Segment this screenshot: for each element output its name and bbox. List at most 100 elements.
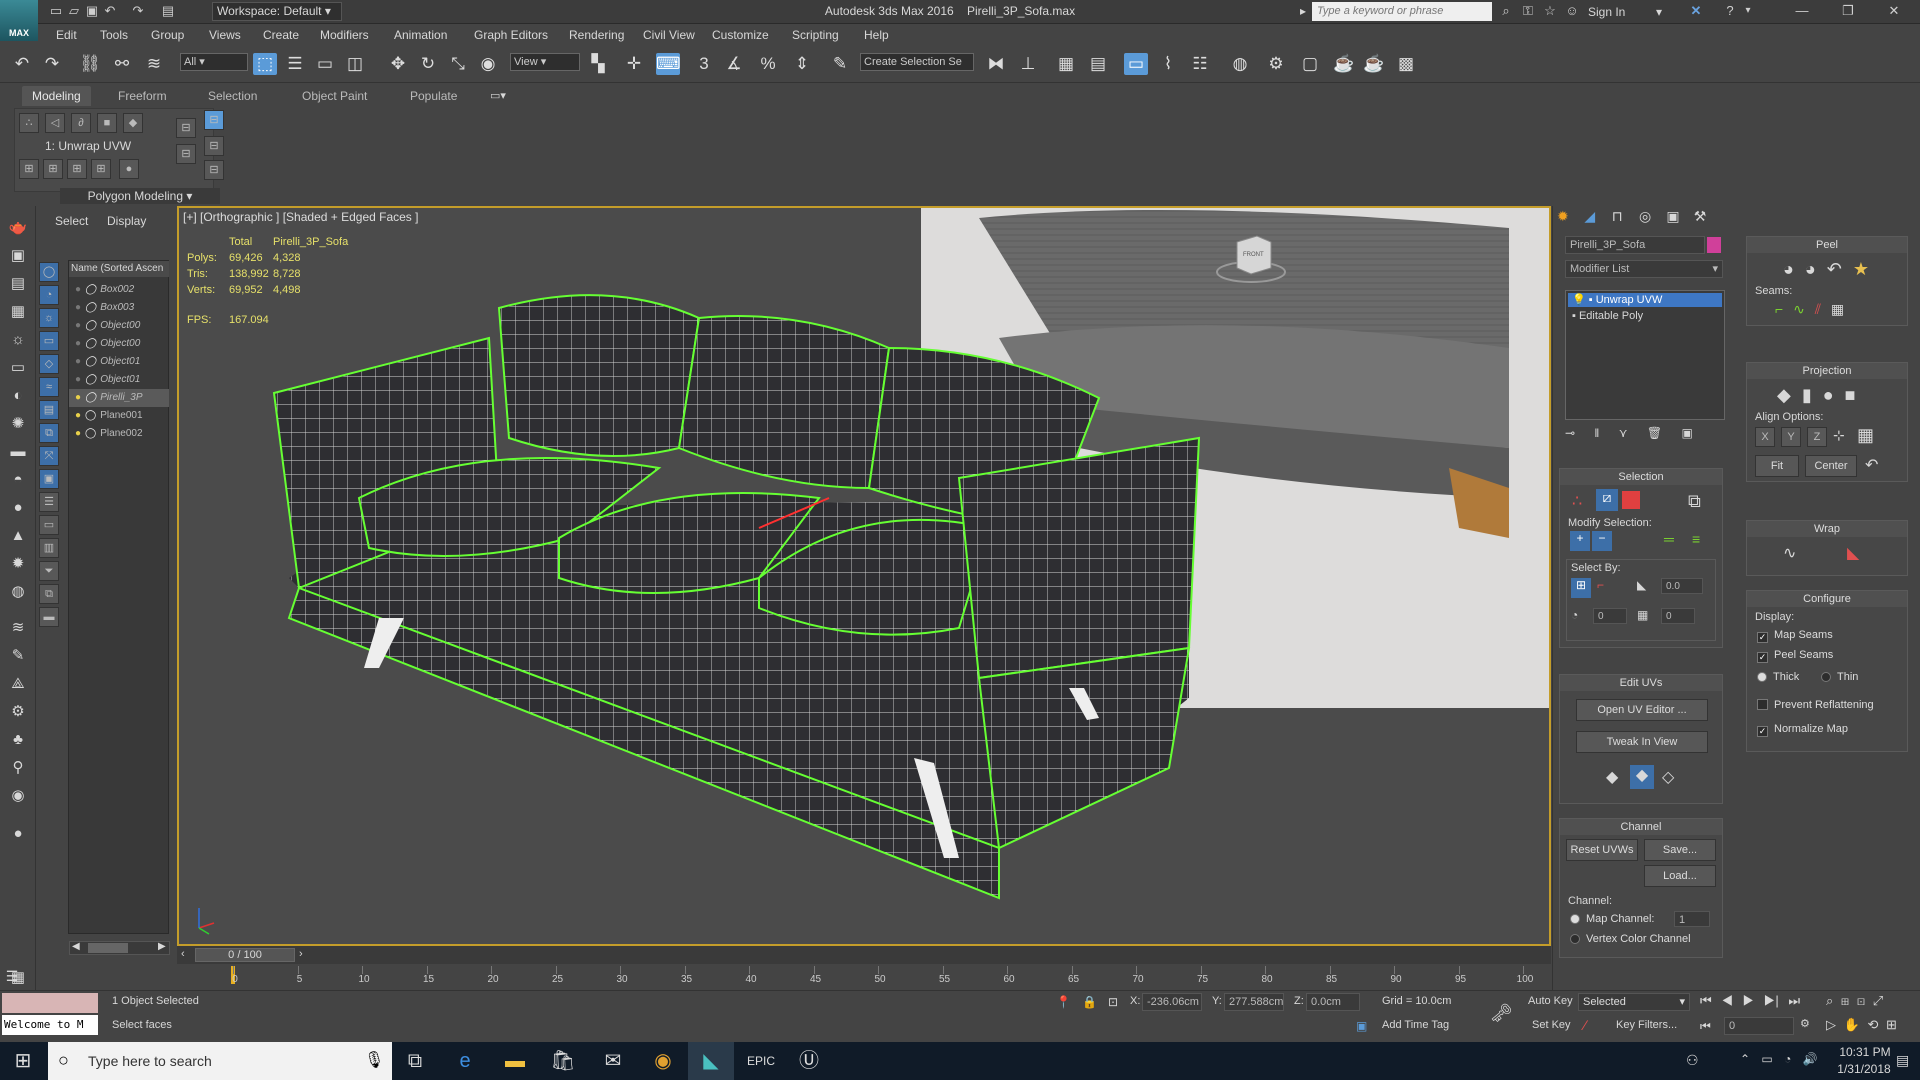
list-item[interactable]: ● ◯ Plane001 xyxy=(69,407,169,425)
maximize-viewport-icon[interactable]: ⤢ xyxy=(1873,993,1883,1008)
play-icon[interactable]: ▶ xyxy=(1743,993,1755,1008)
place-icon[interactable]: ◉ xyxy=(476,53,500,75)
load-uvs-button[interactable]: Load... xyxy=(1644,865,1716,887)
task-view-icon[interactable]: ⧉ xyxy=(392,1042,438,1080)
spinner-snap-icon[interactable]: ⇕ xyxy=(790,53,814,75)
light-bulb-icon[interactable]: ● xyxy=(75,284,81,295)
reset-peel-icon[interactable]: ↶ xyxy=(1827,259,1842,279)
select-by-element-icon[interactable]: ⊞ xyxy=(1571,578,1591,598)
display-shapes-icon[interactable]: ◔ xyxy=(39,285,59,305)
select-by-normal-icon[interactable]: ◔ xyxy=(1571,608,1578,622)
list-item[interactable]: ● ◯ Object01 xyxy=(69,353,169,371)
ring-selection-icon[interactable]: ≡ xyxy=(1692,531,1700,547)
save-file-icon[interactable]: ▣ xyxy=(84,3,100,19)
y-coord-field[interactable]: 277.588cm xyxy=(1224,993,1284,1011)
tweak-in-view-button[interactable]: Tweak In View xyxy=(1576,731,1708,753)
stack-item-editable-poly[interactable]: ▪ Editable Poly xyxy=(1568,309,1722,323)
volume-icon[interactable]: 🔊 xyxy=(1803,1052,1818,1066)
go-to-start-icon[interactable]: ⏮ xyxy=(1700,993,1712,1008)
polygon-select-icon[interactable] xyxy=(1622,491,1640,509)
maxscript-listener[interactable]: Welcome to M xyxy=(2,1015,98,1035)
figure-icon[interactable]: ⚲ xyxy=(7,758,29,778)
tab-populate[interactable]: Populate xyxy=(400,86,467,106)
undo-icon[interactable]: ↶ xyxy=(10,53,34,75)
modifier-stack-label[interactable]: 1: Unwrap UVW xyxy=(45,139,131,153)
mirror-icon[interactable]: ⧓ xyxy=(984,53,1008,75)
scene-list-header[interactable]: Name (Sorted Ascen xyxy=(69,261,169,277)
help-dropdown-icon[interactable]: ▾ xyxy=(1740,3,1756,19)
ribbon-toggle-icon[interactable]: ▭ xyxy=(1124,53,1148,75)
subscription-icon[interactable]: ⚿ xyxy=(1520,3,1536,19)
prevent-reflattening-checkbox[interactable]: Prevent Reflattening xyxy=(1757,699,1874,711)
utilities-tab-icon[interactable]: ⚒ xyxy=(1694,208,1718,225)
scroll-thumb[interactable] xyxy=(88,943,128,953)
key-mode-toggle-icon[interactable]: ⏮ xyxy=(1700,1019,1711,1034)
light-bulb-icon[interactable]: ● xyxy=(75,338,81,349)
show-end-result-icon[interactable]: ‖ xyxy=(1594,426,1599,440)
border-mode-icon[interactable]: ∂ xyxy=(71,113,91,133)
shrink-selection-icon[interactable]: − xyxy=(1592,531,1612,551)
projection-title[interactable]: Projection xyxy=(1747,363,1907,379)
light-bulb-icon[interactable]: ● xyxy=(75,356,81,367)
align-to-view-icon[interactable]: ◇ xyxy=(1662,767,1674,787)
align-z-button[interactable]: Z xyxy=(1807,427,1827,447)
normalize-map-checkbox[interactable]: ✓ Normalize Map xyxy=(1757,723,1848,737)
center-button[interactable]: Center xyxy=(1805,455,1857,477)
time-tag-icon[interactable]: ▣ xyxy=(1356,1019,1367,1033)
time-slider[interactable]: ‹ 0 / 100 › xyxy=(177,946,1551,964)
ribbon-tool-icon[interactable]: ⊞ xyxy=(67,159,87,179)
project-folder-icon[interactable]: ▤ xyxy=(160,3,176,19)
sun-icon[interactable]: ✹ xyxy=(7,554,29,574)
z-coord-field[interactable]: 0.0cm xyxy=(1306,993,1360,1011)
particles-icon[interactable]: ✺ xyxy=(7,414,29,434)
map-seams-checkbox[interactable]: ✓ Map Seams xyxy=(1757,629,1833,643)
scene-list-hscrollbar[interactable]: ◀ ▶ xyxy=(69,941,170,955)
absolute-mode-icon[interactable]: ⊡ xyxy=(1108,995,1118,1009)
window-crossing-icon[interactable]: ◫ xyxy=(343,53,367,75)
track-bar[interactable]: ☰ 0 5 10 15 20 25 30 35 40 45 50 55 60 65 70 75 80 85 90 95… xyxy=(6,964,1551,990)
selection-rollout-title[interactable]: Selection xyxy=(1560,469,1722,485)
time-config-icon[interactable]: ⚙ xyxy=(1800,1017,1810,1030)
element-mode-icon[interactable]: ◆ xyxy=(123,113,143,133)
peel-seams-checkbox[interactable]: ✓ Peel Seams xyxy=(1757,649,1833,663)
object-name-field[interactable]: Pirelli_3P_Sofa xyxy=(1565,236,1705,254)
paint-icon[interactable]: ✎ xyxy=(7,646,29,666)
percent-snap-icon[interactable]: % xyxy=(756,53,780,75)
restore-icon[interactable]: ❐ xyxy=(1840,3,1856,19)
next-frame-icon[interactable]: ▶| xyxy=(1764,993,1779,1008)
material-editor-icon[interactable]: ◍ xyxy=(1228,53,1252,75)
menu-animation[interactable]: Animation xyxy=(394,26,447,44)
spline-map-icon[interactable]: ∿ xyxy=(1783,543,1796,563)
select-by-name-icon[interactable]: ☰ xyxy=(283,53,307,75)
menu-create[interactable]: Create xyxy=(263,26,299,44)
thin-radio[interactable]: Thin xyxy=(1821,671,1858,683)
display-xrefs-icon[interactable]: ⧉ xyxy=(39,423,59,443)
binoculars-icon[interactable]: ⌕ xyxy=(1498,3,1514,19)
undo-icon[interactable]: ↶ xyxy=(102,3,118,19)
zoom-extents-icon[interactable]: ⊡ xyxy=(1857,993,1865,1008)
layer-manager-icon[interactable]: ▦ xyxy=(1054,53,1078,75)
pin-icon[interactable]: ★ xyxy=(1853,259,1869,279)
display-icon[interactable]: ▣ xyxy=(7,246,29,266)
thick-radio[interactable]: Thick xyxy=(1757,671,1799,683)
viewport-label[interactable]: [+] [Orthographic ] [Shaded + Edged Face… xyxy=(183,210,418,224)
windows-start-icon[interactable]: ⊞ xyxy=(0,1042,46,1080)
display-containers-icon[interactable]: ▣ xyxy=(39,469,59,489)
minimize-icon[interactable]: — xyxy=(1794,3,1810,19)
a360-render-icon[interactable]: ▩ xyxy=(1394,53,1418,75)
time-prev-icon[interactable]: ‹ xyxy=(181,948,185,960)
ribbon-side-icon[interactable]: ⊟ xyxy=(204,136,224,156)
scene-tab-select[interactable]: Select xyxy=(55,214,88,228)
ribbon-side-icon[interactable]: ⊟ xyxy=(204,110,224,130)
ribbon-side-icon[interactable]: ⊟ xyxy=(176,144,196,164)
polygon-mode-icon[interactable]: ■ xyxy=(97,113,117,133)
box-map-icon[interactable]: ■ xyxy=(1845,385,1856,405)
hierarchy-filter-icon[interactable]: ⧉ xyxy=(39,584,59,604)
isolate-selection-icon[interactable]: 📍 xyxy=(1056,995,1071,1009)
hierarchy-tab-icon[interactable]: ⊓ xyxy=(1612,208,1636,225)
time-slider-thumb[interactable]: 0 / 100 xyxy=(195,948,295,962)
curve-editor-icon[interactable]: ⌇ xyxy=(1156,53,1180,75)
vertex-color-channel-radio[interactable]: Vertex Color Channel xyxy=(1570,933,1691,945)
menu-help[interactable]: Help xyxy=(864,26,889,44)
field-of-view-icon[interactable]: ▷ xyxy=(1826,1017,1836,1032)
